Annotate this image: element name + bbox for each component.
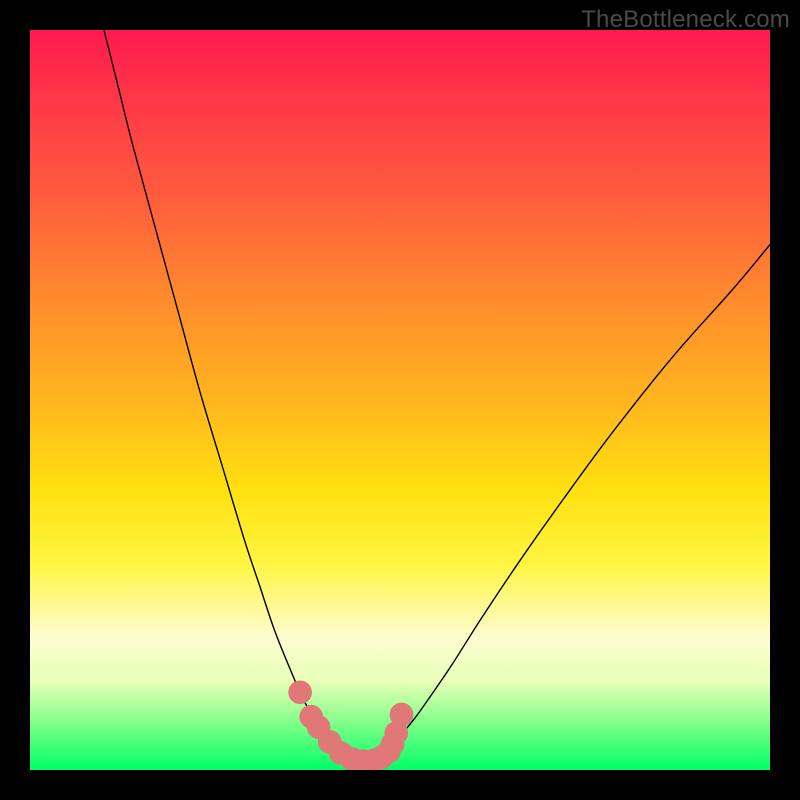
chart-svg bbox=[30, 30, 770, 770]
marker-layer bbox=[288, 680, 413, 770]
data-marker bbox=[390, 703, 414, 727]
plot-area bbox=[30, 30, 770, 770]
chart-stage: TheBottleneck.com bbox=[0, 0, 800, 800]
bottleneck-curve-right bbox=[356, 245, 770, 764]
curve-layer bbox=[104, 30, 770, 764]
bottleneck-curve-left bbox=[104, 30, 356, 764]
data-marker bbox=[288, 680, 312, 704]
